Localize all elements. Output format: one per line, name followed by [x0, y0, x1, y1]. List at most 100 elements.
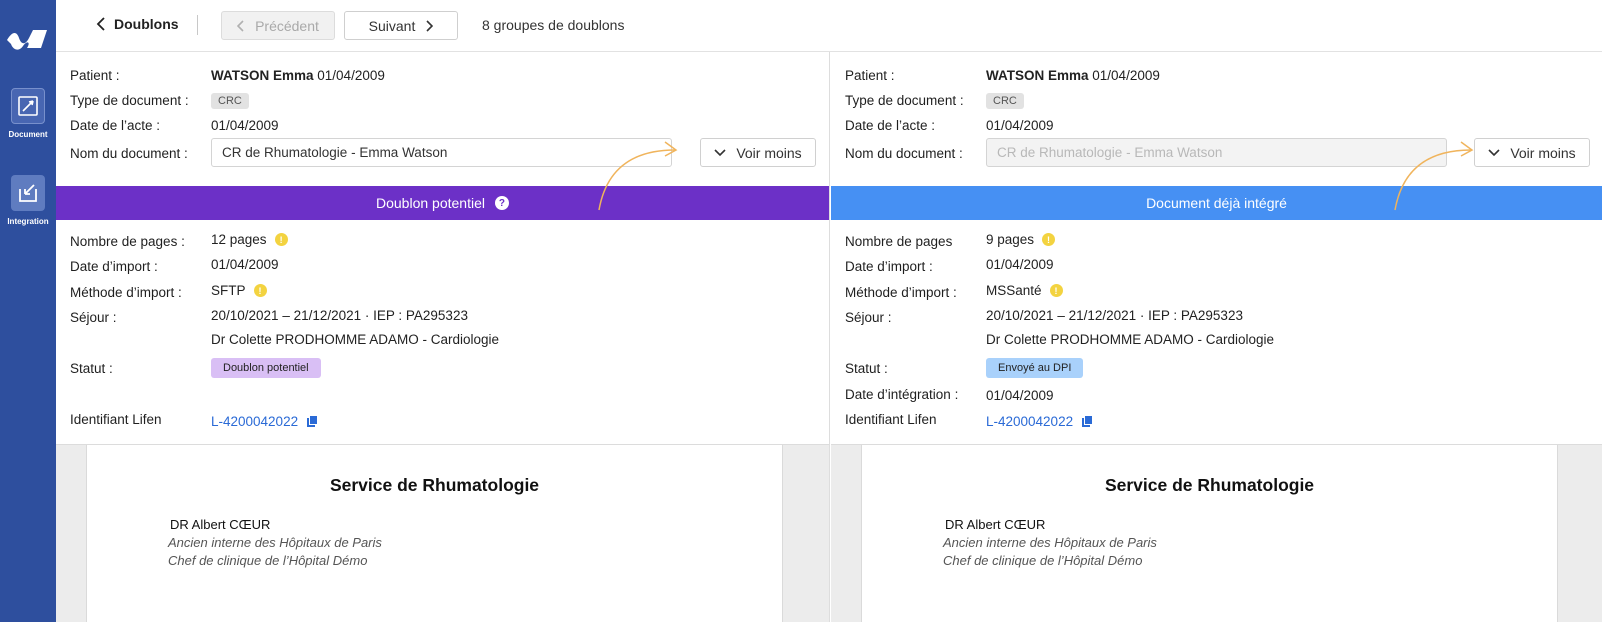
- chevron-down-icon: [1488, 148, 1500, 156]
- preview-line-1: Ancien interne des Hôpitaux de Paris: [943, 535, 1157, 550]
- pages-value: 9 pages: [986, 232, 1035, 247]
- preview-title: Service de Rhumatologie: [1104, 475, 1315, 495]
- lifen-id-label: Identifiant Lifen: [845, 412, 937, 427]
- import-date-value: 01/04/2009: [211, 257, 279, 272]
- sidebar-item-integration[interactable]: Integration: [0, 175, 56, 226]
- document-name-input[interactable]: CR de Rhumatologie - Emma Watson: [211, 138, 672, 167]
- chevron-left-icon: [96, 17, 105, 31]
- document-edit-icon: [11, 88, 45, 124]
- next-button[interactable]: Suivant: [344, 11, 458, 40]
- duplicate-groups-count: 8 groupes de doublons: [482, 17, 625, 33]
- pages-label: Nombre de pages: [845, 234, 953, 249]
- back-button[interactable]: Doublons: [96, 16, 179, 32]
- import-date-label: Date d’import :: [845, 259, 933, 274]
- preview-title: Service de Rhumatologie: [329, 475, 540, 495]
- top-navigation-bar: Doublons Précédent Suivant 8 groupes de …: [56, 0, 1602, 52]
- sejour-value: 20/10/2021 – 21/12/2021 · IEP : PA295323: [986, 308, 1243, 323]
- acte-date-label: Date de l’acte :: [845, 118, 936, 133]
- duplicate-status-banner: Doublon potentiel ?: [56, 186, 829, 220]
- previous-button[interactable]: Précédent: [221, 11, 335, 40]
- patient-value: WATSON Emma 01/04/2009: [211, 68, 385, 83]
- acte-date-value: 01/04/2009: [986, 118, 1054, 133]
- pages-label: Nombre de pages :: [70, 234, 185, 249]
- document-name-label: Nom du document :: [70, 146, 188, 161]
- divider: [197, 15, 198, 35]
- chevron-left-icon: [237, 19, 244, 32]
- warning-icon: !: [253, 284, 267, 297]
- lifen-id-link[interactable]: L-4200042022: [986, 414, 1094, 429]
- document-type-tag: CRC: [211, 93, 249, 109]
- chevron-down-icon: [714, 148, 726, 156]
- voir-moins-button[interactable]: Voir moins: [700, 138, 816, 167]
- import-date-label: Date d’import :: [70, 259, 158, 274]
- help-icon[interactable]: ?: [494, 196, 509, 210]
- sidebar-item-label: Integration: [7, 217, 49, 226]
- preview-line-2: Chef de clinique de l’Hôpital Démo: [943, 553, 1143, 568]
- document-type-tag: CRC: [986, 93, 1024, 109]
- patient-name: WATSON Emma: [986, 68, 1089, 83]
- preview-page: Service de Rhumatologie DR Albert CŒUR A…: [86, 445, 783, 622]
- chevron-right-icon: [426, 19, 434, 32]
- banner-label: Document déjà intégré: [1146, 195, 1287, 211]
- patient-dob: 01/04/2009: [317, 68, 385, 83]
- lifen-id-link[interactable]: L-4200042022: [211, 414, 319, 429]
- sidebar-item-label: Document: [8, 130, 48, 139]
- integration-date-label: Date d’intégration :: [845, 387, 959, 402]
- warning-icon: !: [274, 233, 288, 246]
- lifen-id-value: L-4200042022: [211, 414, 299, 429]
- next-label: Suivant: [368, 17, 416, 34]
- document-type-label: Type de document :: [70, 93, 189, 108]
- voir-moins-label: Voir moins: [736, 144, 802, 161]
- preview-page: Service de Rhumatologie DR Albert CŒUR A…: [861, 445, 1558, 622]
- lifen-logo: [7, 30, 47, 50]
- patient-label: Patient :: [845, 68, 895, 83]
- import-date-value: 01/04/2009: [986, 257, 1054, 272]
- copy-icon[interactable]: [1081, 415, 1094, 428]
- banner-label: Doublon potentiel: [376, 195, 485, 211]
- patient-name: WATSON Emma: [211, 68, 314, 83]
- sidebar-item-document[interactable]: Document: [0, 88, 56, 139]
- sejour-label: Séjour :: [845, 310, 892, 325]
- back-label: Doublons: [114, 16, 179, 32]
- document-preview: Service de Rhumatologie DR Albert CŒUR A…: [56, 444, 829, 622]
- patient-dob: 01/04/2009: [1092, 68, 1160, 83]
- warning-icon: !: [1042, 233, 1056, 246]
- document-name-input: CR de Rhumatologie - Emma Watson: [986, 138, 1447, 167]
- import-method-label: Méthode d’import :: [845, 285, 957, 300]
- document-name-label: Nom du document :: [845, 146, 963, 161]
- doctor-value: Dr Colette PRODHOMME ADAMO - Cardiologie: [211, 332, 500, 347]
- doctor-value: Dr Colette PRODHOMME ADAMO - Cardiologie: [986, 332, 1275, 347]
- import-method-label: Méthode d’import :: [70, 285, 182, 300]
- voir-moins-label: Voir moins: [1510, 144, 1576, 161]
- sejour-value: 20/10/2021 – 21/12/2021 · IEP : PA295323: [211, 308, 468, 323]
- preview-line-1: Ancien interne des Hôpitaux de Paris: [168, 535, 382, 550]
- integration-date-value: 01/04/2009: [986, 388, 1054, 403]
- voir-moins-button[interactable]: Voir moins: [1474, 138, 1590, 167]
- status-badge: Envoyé au DPI: [986, 358, 1084, 378]
- sejour-label: Séjour :: [70, 310, 117, 325]
- status-label: Statut :: [70, 361, 113, 376]
- left-document-panel: Patient : WATSON Emma 01/04/2009 Type de…: [56, 52, 830, 622]
- lifen-id-value: L-4200042022: [986, 414, 1074, 429]
- import-method-value: MSSanté: [986, 283, 1042, 298]
- pages-value: 12 pages: [211, 232, 267, 247]
- acte-date-label: Date de l’acte :: [70, 118, 161, 133]
- status-badge: Doublon potentiel: [211, 358, 321, 378]
- right-document-panel: Patient : WATSON Emma 01/04/2009 Type de…: [831, 52, 1602, 622]
- copy-icon[interactable]: [306, 415, 319, 428]
- previous-label: Précédent: [255, 17, 319, 34]
- import-method-value: SFTP: [211, 283, 246, 298]
- preview-doctor: DR Albert CŒUR: [170, 517, 271, 532]
- acte-date-value: 01/04/2009: [211, 118, 279, 133]
- integrated-status-banner: Document déjà intégré: [831, 186, 1602, 220]
- preview-line-2: Chef de clinique de l’Hôpital Démo: [168, 553, 368, 568]
- sidebar: Document Integration: [0, 0, 56, 622]
- document-type-label: Type de document :: [845, 93, 964, 108]
- document-preview: Service de Rhumatologie DR Albert CŒUR A…: [831, 444, 1602, 622]
- lifen-id-label: Identifiant Lifen: [70, 412, 162, 427]
- patient-value: WATSON Emma 01/04/2009: [986, 68, 1160, 83]
- preview-doctor: DR Albert CŒUR: [945, 517, 1046, 532]
- status-label: Statut :: [845, 361, 888, 376]
- warning-icon: !: [1049, 284, 1063, 297]
- patient-label: Patient :: [70, 68, 120, 83]
